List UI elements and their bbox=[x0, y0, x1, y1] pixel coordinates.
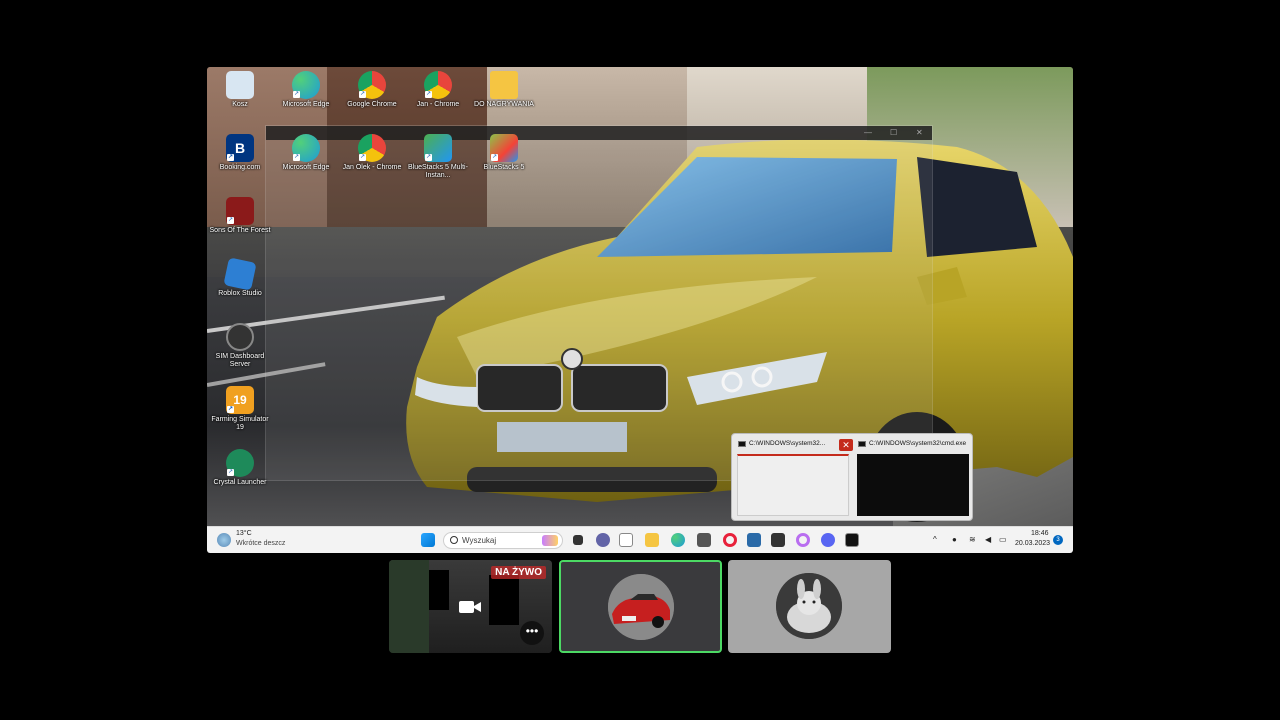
rabbit-avatar-image bbox=[776, 573, 842, 639]
app-icon[interactable] bbox=[771, 533, 785, 547]
clock-date[interactable]: 20.03.2023 bbox=[1015, 540, 1050, 547]
opera-icon[interactable] bbox=[723, 533, 737, 547]
chrome-profile-icon: ↗ bbox=[358, 134, 386, 162]
desktop-icon-bluestacks-multi[interactable]: ↗ BlueStacks 5 Multi-Instan... bbox=[407, 134, 469, 180]
farming-simulator-icon: 19 ↗ bbox=[226, 386, 254, 414]
desktop-icon-farming-simulator[interactable]: 19 ↗ Farming Simulator 19 bbox=[209, 386, 271, 432]
bluestacks-icon: ↗ bbox=[490, 134, 518, 162]
cmd-preview-2[interactable]: C:\WINDOWS\system32\cmd.exe bbox=[855, 438, 971, 518]
search-highlight-icon bbox=[542, 535, 558, 546]
desktop-icon-recycle-bin[interactable]: Kosz bbox=[209, 71, 271, 109]
participant-tile[interactable] bbox=[728, 560, 891, 653]
weather-temp[interactable]: 13°C bbox=[236, 530, 252, 537]
live-badge: NA ŻYWO bbox=[491, 566, 546, 579]
sons-of-the-forest-icon: ↗ bbox=[226, 197, 254, 225]
desktop-icon-roblox-studio[interactable]: Roblox Studio bbox=[209, 257, 271, 298]
clock-time[interactable]: 18:46 bbox=[1031, 530, 1049, 537]
app-icon[interactable] bbox=[697, 533, 711, 547]
desktop-icon-sons-of-the-forest[interactable]: ↗ Sons Of The Forest bbox=[209, 197, 271, 235]
participant-tile-active-speaker[interactable] bbox=[559, 560, 722, 653]
minimize-icon[interactable]: — bbox=[864, 128, 872, 137]
desktop-icon-edge[interactable]: ↗ Microsoft Edge bbox=[275, 71, 337, 109]
store-icon[interactable] bbox=[747, 533, 761, 547]
cmd-preview-thumbnail bbox=[857, 454, 969, 516]
task-view-icon[interactable] bbox=[573, 535, 583, 545]
search-icon bbox=[450, 536, 458, 544]
chrome-icon: ↗ bbox=[358, 71, 386, 99]
more-options-button[interactable]: ••• bbox=[520, 621, 544, 645]
battery-icon[interactable]: ▭ bbox=[999, 535, 1007, 544]
desktop-icon-booking[interactable]: B ↗ Booking.com bbox=[209, 134, 271, 172]
file-icon[interactable] bbox=[619, 533, 633, 547]
video-camera-icon bbox=[459, 601, 481, 613]
desktop-icon-bluestacks[interactable]: ↗ BlueStacks 5 bbox=[473, 134, 535, 172]
desktop-icon-chrome[interactable]: ↗ Google Chrome bbox=[341, 71, 403, 109]
desktop-icon-crystal-launcher[interactable]: ↗ Crystal Launcher bbox=[209, 449, 271, 487]
folder-icon bbox=[490, 71, 518, 99]
chrome-profile-icon: ↗ bbox=[424, 71, 452, 99]
booking-icon: B ↗ bbox=[226, 134, 254, 162]
weather-text[interactable]: Wkrótce deszcz bbox=[236, 540, 285, 547]
desktop-icon-edge-2[interactable]: ↗ Microsoft Edge bbox=[275, 134, 337, 172]
cmd-icon[interactable] bbox=[845, 533, 859, 547]
background-app-window[interactable]: — ☐ ✕ bbox=[265, 125, 933, 481]
avatar bbox=[608, 574, 674, 640]
desktop-icon-chrome-profile-jan[interactable]: ↗ Jan - Chrome bbox=[407, 71, 469, 109]
close-icon[interactable]: ✕ bbox=[916, 128, 923, 137]
wifi-icon[interactable]: ≋ bbox=[969, 535, 976, 544]
edge-icon[interactable] bbox=[671, 533, 685, 547]
red-car-avatar-image bbox=[608, 574, 674, 640]
microphone-icon[interactable]: ● bbox=[952, 535, 957, 544]
bluestacks-multi-icon: ↗ bbox=[424, 134, 452, 162]
edge-icon: ↗ bbox=[292, 71, 320, 99]
shared-screen: — ☐ ✕ Kosz B ↗ Booking.com ↗ Sons Of The … bbox=[207, 67, 1073, 553]
start-icon[interactable] bbox=[421, 533, 435, 547]
roblox-studio-icon bbox=[223, 257, 257, 291]
taskbar-thumbnail-preview: C:\WINDOWS\system32... ✕ C:\WINDOWS\syst… bbox=[731, 433, 973, 521]
chevron-up-icon[interactable]: ^ bbox=[933, 535, 937, 544]
desktop-icon-chrome-profile-olek[interactable]: ↗ Jan Olek - Chrome bbox=[341, 134, 403, 172]
desktop-icon-folder[interactable]: DO NAGRYWANIA bbox=[473, 71, 535, 109]
meeting-stage: — ☐ ✕ Kosz B ↗ Booking.com ↗ Sons Of The … bbox=[0, 0, 1280, 720]
taskbar-search[interactable]: Wyszukaj bbox=[443, 532, 563, 549]
maximize-icon[interactable]: ☐ bbox=[890, 128, 897, 137]
close-icon[interactable]: ✕ bbox=[839, 439, 853, 451]
discord-icon[interactable] bbox=[821, 533, 835, 547]
file-explorer-icon[interactable] bbox=[645, 533, 659, 547]
edge-icon: ↗ bbox=[292, 134, 320, 162]
participant-tile-screen[interactable]: NA ŻYWO ••• bbox=[389, 560, 552, 653]
recycle-bin-icon bbox=[226, 71, 254, 99]
weather-icon[interactable] bbox=[217, 533, 231, 547]
avatar bbox=[776, 573, 842, 639]
desktop-wallpaper: — ☐ ✕ Kosz B ↗ Booking.com ↗ Sons Of The … bbox=[207, 67, 1073, 526]
sim-dashboard-icon bbox=[226, 323, 254, 351]
chat-icon[interactable] bbox=[596, 533, 610, 547]
notification-badge[interactable]: 3 bbox=[1053, 535, 1063, 545]
windows-taskbar: 13°C Wkrótce deszcz Wyszukaj ^ ● ≋ ◀ ▭ 1… bbox=[207, 526, 1073, 553]
desktop-icon-sim-dashboard[interactable]: SIM Dashboard Server bbox=[209, 323, 271, 369]
cmd-preview-thumbnail bbox=[737, 454, 849, 516]
crystal-launcher-icon: ↗ bbox=[226, 449, 254, 477]
opera-gx-icon[interactable] bbox=[796, 533, 810, 547]
cmd-preview-1[interactable]: C:\WINDOWS\system32... ✕ bbox=[735, 438, 853, 518]
volume-icon[interactable]: ◀ bbox=[985, 535, 991, 544]
